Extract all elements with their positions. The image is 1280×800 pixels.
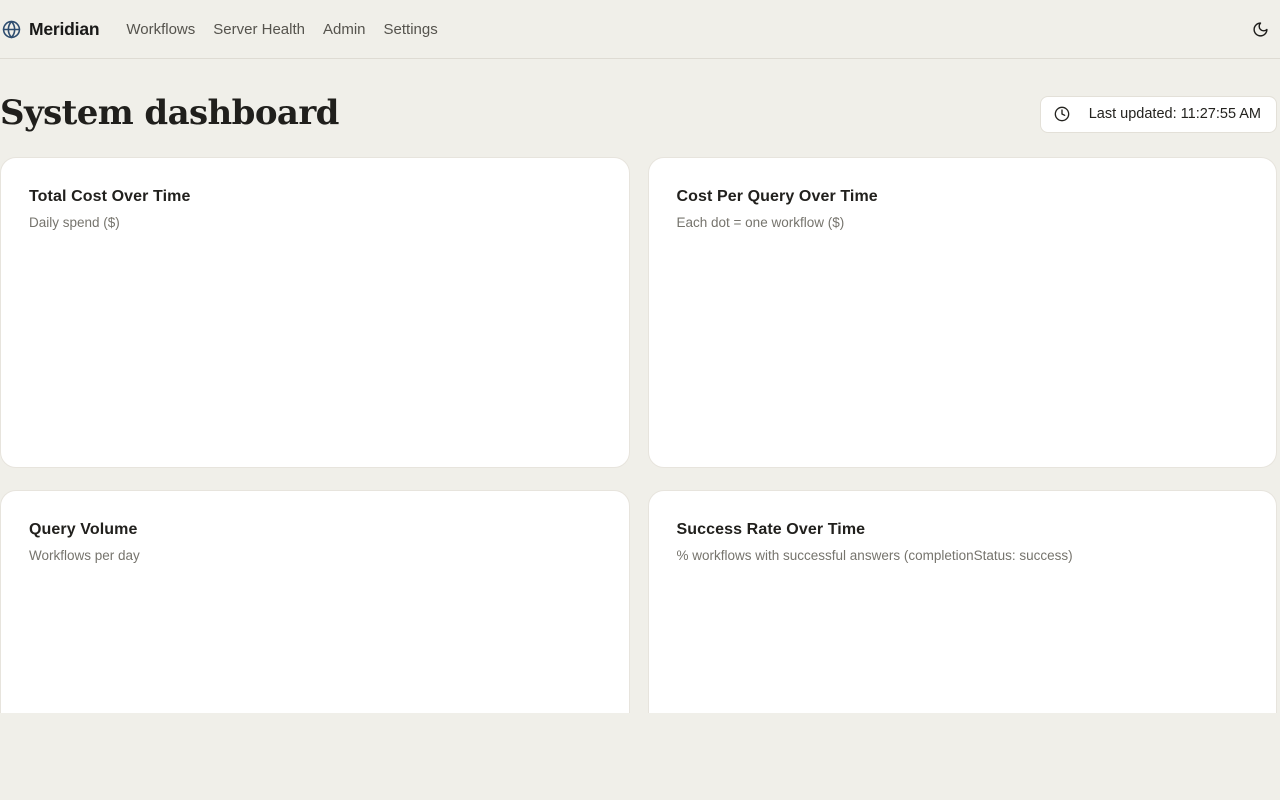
- card-query-volume: Query Volume Workflows per day: [0, 490, 630, 713]
- dashboard-content: System dashboard Last updated: 11:27:55 …: [0, 95, 1280, 713]
- theme-toggle-button[interactable]: [1248, 17, 1272, 41]
- top-navigation-bar: Meridian Workflows Server Health Admin S…: [0, 0, 1280, 59]
- query-volume-chart-area: [29, 563, 601, 713]
- card-success-rate: Success Rate Over Time % workflows with …: [648, 490, 1278, 713]
- card-subtitle: Daily spend ($): [29, 215, 601, 230]
- brand-name: Meridian: [29, 19, 99, 40]
- clock-icon: [1054, 106, 1070, 122]
- nav-item-admin[interactable]: Admin: [323, 21, 366, 38]
- total-cost-chart-area: [29, 230, 601, 440]
- card-title: Total Cost Over Time: [29, 188, 601, 206]
- last-updated-text: Last updated: 11:27:55 AM: [1089, 106, 1261, 122]
- card-total-cost: Total Cost Over Time Daily spend ($): [0, 157, 630, 468]
- moon-icon: [1252, 21, 1269, 38]
- globe-icon: [2, 20, 21, 39]
- cards-grid: Total Cost Over Time Daily spend ($) Cos…: [0, 157, 1277, 713]
- row-clip: Query Volume Workflows per day: [0, 490, 630, 713]
- card-title: Success Rate Over Time: [677, 521, 1249, 539]
- brand[interactable]: Meridian: [2, 19, 99, 40]
- row-clip: Success Rate Over Time % workflows with …: [648, 490, 1278, 713]
- card-title: Cost Per Query Over Time: [677, 188, 1249, 206]
- card-title: Query Volume: [29, 521, 601, 539]
- title-row: System dashboard Last updated: 11:27:55 …: [0, 95, 1277, 133]
- card-subtitle: % workflows with successful answers (com…: [677, 548, 1249, 563]
- page-title: System dashboard: [0, 96, 339, 132]
- last-updated-badge: Last updated: 11:27:55 AM: [1040, 96, 1277, 133]
- card-cost-per-query: Cost Per Query Over Time Each dot = one …: [648, 157, 1278, 468]
- card-subtitle: Workflows per day: [29, 548, 601, 563]
- success-rate-chart-area: [677, 563, 1249, 713]
- nav-item-settings[interactable]: Settings: [384, 21, 438, 38]
- cost-per-query-chart-area: [677, 230, 1249, 440]
- card-subtitle: Each dot = one workflow ($): [677, 215, 1249, 230]
- main-nav: Workflows Server Health Admin Settings: [126, 21, 437, 38]
- nav-item-server-health[interactable]: Server Health: [213, 21, 305, 38]
- nav-item-workflows[interactable]: Workflows: [126, 21, 195, 38]
